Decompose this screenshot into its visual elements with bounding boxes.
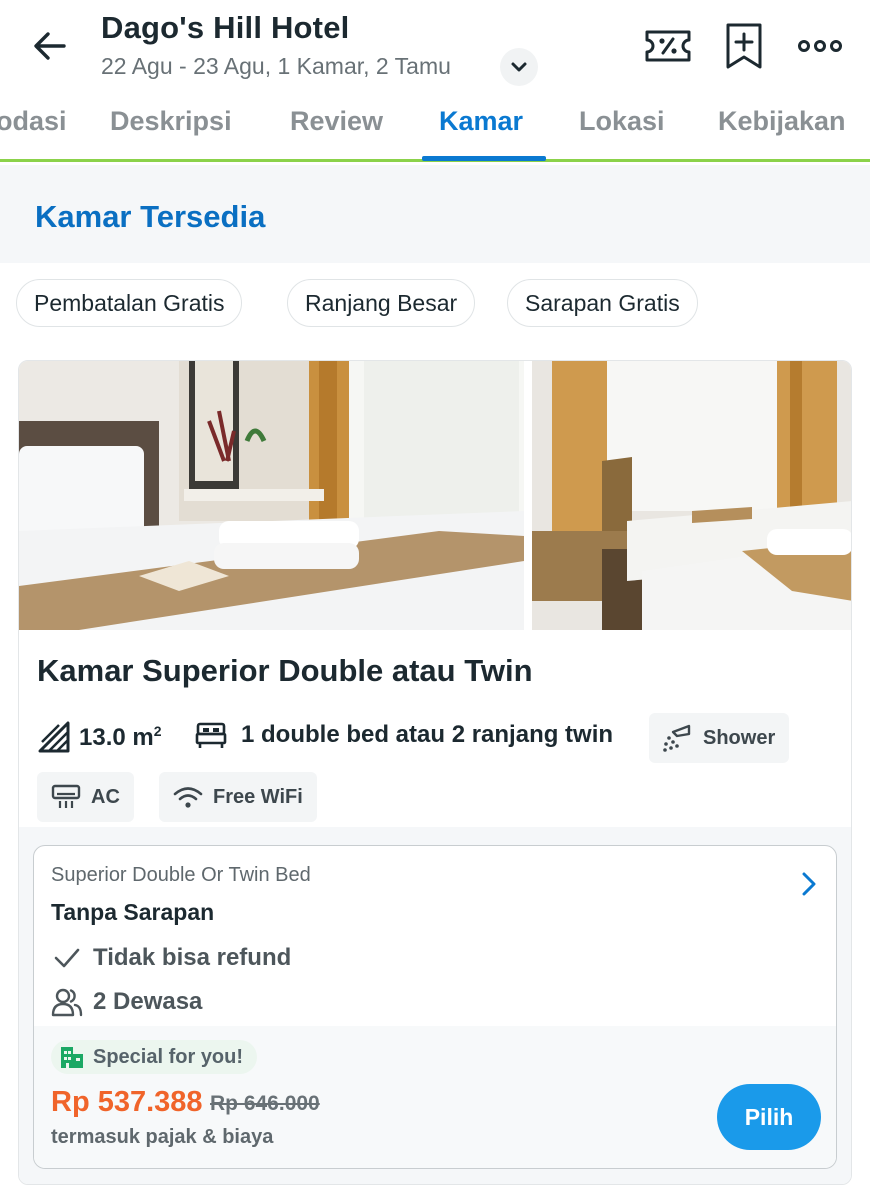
filter-chips: Pembatalan Gratis Ranjang Besar Sarapan … [0, 263, 870, 353]
app-header: Dago's Hill Hotel 22 Agu - 23 Agu, 1 Kam… [0, 0, 870, 90]
rate-name: Tanpa Sarapan [51, 899, 215, 925]
amenity-shower: Shower [649, 713, 790, 763]
back-arrow-icon [34, 32, 66, 60]
room-card: Kamar Superior Double atau Twin 13.0 m2 … [18, 360, 852, 1185]
tab-lokasi[interactable]: Lokasi [579, 106, 665, 137]
tab-kamar[interactable]: Kamar [439, 106, 523, 137]
guest-capacity: 2 Dewasa [51, 986, 202, 1018]
section-title: Kamar Tersedia [35, 199, 266, 234]
wifi-icon [173, 787, 203, 808]
booking-summary[interactable]: 22 Agu - 23 Agu, 1 Kamar, 2 Tamu [101, 53, 451, 80]
room-name: Kamar Superior Double atau Twin [37, 653, 533, 688]
chevron-down-icon [511, 62, 527, 72]
more-options-icon [798, 40, 842, 52]
filter-chip-large-bed[interactable]: Ranjang Besar [287, 279, 476, 327]
save-bookmark-button[interactable] [718, 20, 770, 72]
checkmark-icon [54, 948, 80, 968]
tab-review[interactable]: Review [290, 106, 383, 137]
amenity-ac: AC [37, 772, 134, 822]
room-size: 13.0 m2 [37, 720, 162, 754]
hotel-building-icon [61, 1047, 83, 1068]
guests-icon [51, 988, 83, 1017]
more-options-button[interactable] [794, 20, 846, 72]
special-offer-badge: Special for you! [51, 1040, 258, 1074]
hotel-name: Dago's Hill Hotel [101, 10, 350, 45]
rate-details-button[interactable] [800, 870, 818, 903]
detail-tabs: odasi Deskripsi Review Kamar Lokasi Kebi… [0, 92, 870, 162]
section-header: Kamar Tersedia [0, 165, 870, 263]
room-photo-main[interactable] [19, 361, 524, 630]
rate-option-card[interactable]: Superior Double Or Twin Bed Tanpa Sarapa… [33, 845, 837, 1169]
price-section: Special for you! Rp 537.388 Rp 646.000 t… [34, 1026, 836, 1168]
bed-type: 1 double bed atau 2 ranjang twin [195, 720, 613, 750]
tab-akomodasi[interactable]: odasi [0, 106, 67, 137]
air-conditioner-icon [51, 784, 81, 808]
room-photo-secondary[interactable] [532, 361, 851, 630]
amenity-wifi: Free WiFi [159, 772, 317, 822]
tab-kebijakan[interactable]: Kebijakan [718, 106, 846, 137]
original-price: Rp 646.000 [210, 1092, 320, 1115]
chevron-right-icon [802, 872, 816, 896]
bed-icon [195, 722, 227, 748]
room-size-icon [38, 721, 70, 753]
filter-chip-free-cancellation[interactable]: Pembatalan Gratis [16, 279, 243, 327]
price-note: termasuk pajak & biaya [51, 1126, 274, 1148]
promo-button[interactable] [642, 20, 694, 72]
back-button[interactable] [28, 24, 72, 68]
active-tab-indicator [422, 156, 546, 161]
shower-icon [663, 724, 691, 752]
select-room-button[interactable]: Pilih [717, 1084, 821, 1150]
bookmark-add-icon [726, 23, 762, 69]
refund-policy: Tidak bisa refund [51, 942, 291, 974]
rate-room-type: Superior Double Or Twin Bed [51, 864, 311, 886]
current-price: Rp 537.388 [51, 1086, 203, 1118]
discount-ticket-icon [645, 30, 691, 62]
booking-summary-expand-button[interactable] [500, 48, 538, 86]
filter-chip-free-breakfast[interactable]: Sarapan Gratis [507, 279, 698, 327]
tab-deskripsi[interactable]: Deskripsi [110, 106, 232, 137]
